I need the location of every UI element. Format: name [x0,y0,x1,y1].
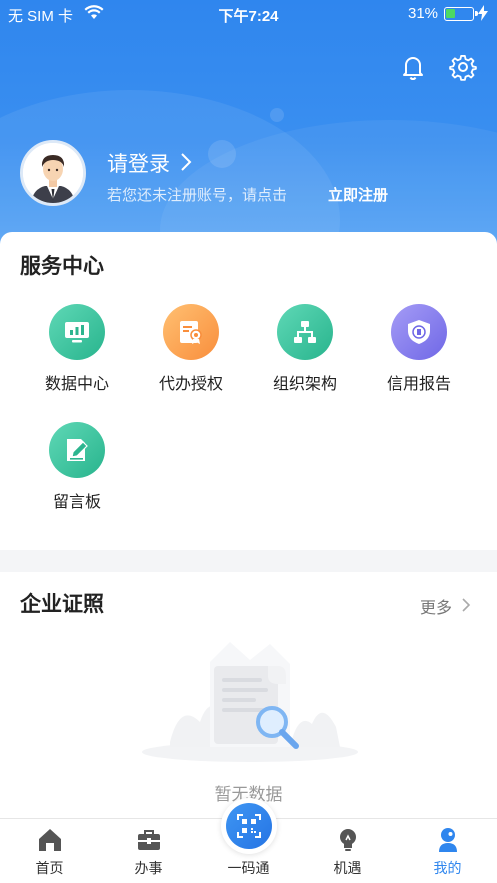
briefcase-icon [135,826,163,854]
tab-label: 首页 [35,860,64,876]
gear-icon[interactable] [448,52,478,82]
message-edit-icon [49,422,105,478]
avatar[interactable] [20,140,86,206]
qr-code-icon [226,803,272,849]
org-chart-icon [277,304,333,360]
profile-header: 无 SIM 卡 下午7:24 31% 请登录 若您还未注册账号，请点击 立即注册 [0,0,497,260]
service-item-label: 数据中心 [44,376,109,393]
tab-opportunities[interactable]: 机遇 [298,819,397,883]
status-bar: 无 SIM 卡 下午7:24 31% [0,0,497,28]
authorization-icon [163,304,219,360]
service-item-org-structure[interactable]: 组织架构 [250,304,360,394]
service-item-label: 信用报告 [386,376,451,393]
user-icon [434,826,462,854]
home-icon [36,826,64,854]
charging-icon [478,5,488,25]
lightbulb-icon [334,826,362,854]
more-link[interactable]: 更多 [420,594,452,618]
qr-code-button[interactable] [221,798,277,854]
chevron-right-icon[interactable] [180,152,192,177]
empty-state-illustration [140,632,360,767]
service-item-label: 留言板 [52,494,101,511]
tab-label: 一码通 [227,860,270,876]
login-title[interactable]: 请登录 [107,148,170,178]
tab-label: 办事 [134,860,163,876]
register-link[interactable]: 立即注册 [328,184,388,205]
chevron-right-icon[interactable] [461,597,471,618]
service-center-card: 服务中心 数据中心 代办授权 组织架构 信用报告 留言板 [0,232,497,550]
header-decoration [270,108,284,122]
register-hint: 若您还未注册账号，请点击 [107,187,288,204]
section-title: 服务中心 [20,255,104,278]
tab-label: 机遇 [333,860,362,876]
section-title: 企业证照 [20,593,104,616]
service-item-authorization[interactable]: 代办授权 [136,304,246,394]
service-item-data-center[interactable]: 数据中心 [22,304,132,394]
service-item-label: 代办授权 [158,376,223,393]
tab-label: 我的 [433,860,462,876]
service-item-message-board[interactable]: 留言板 [22,422,132,512]
battery-icon [444,7,478,21]
service-item-credit-report[interactable]: 信用报告 [364,304,474,394]
enterprise-certificates-card: 企业证照 更多 暂无数据 [0,572,497,818]
battery-percent: 31% [408,5,439,22]
data-chart-icon [49,304,105,360]
credit-shield-icon [391,304,447,360]
header-decoration [208,140,236,168]
bell-icon[interactable] [398,52,428,82]
tab-me[interactable]: 我的 [398,819,497,883]
service-item-label: 组织架构 [272,376,337,393]
tab-services[interactable]: 办事 [99,819,198,883]
tab-home[interactable]: 首页 [0,819,99,883]
